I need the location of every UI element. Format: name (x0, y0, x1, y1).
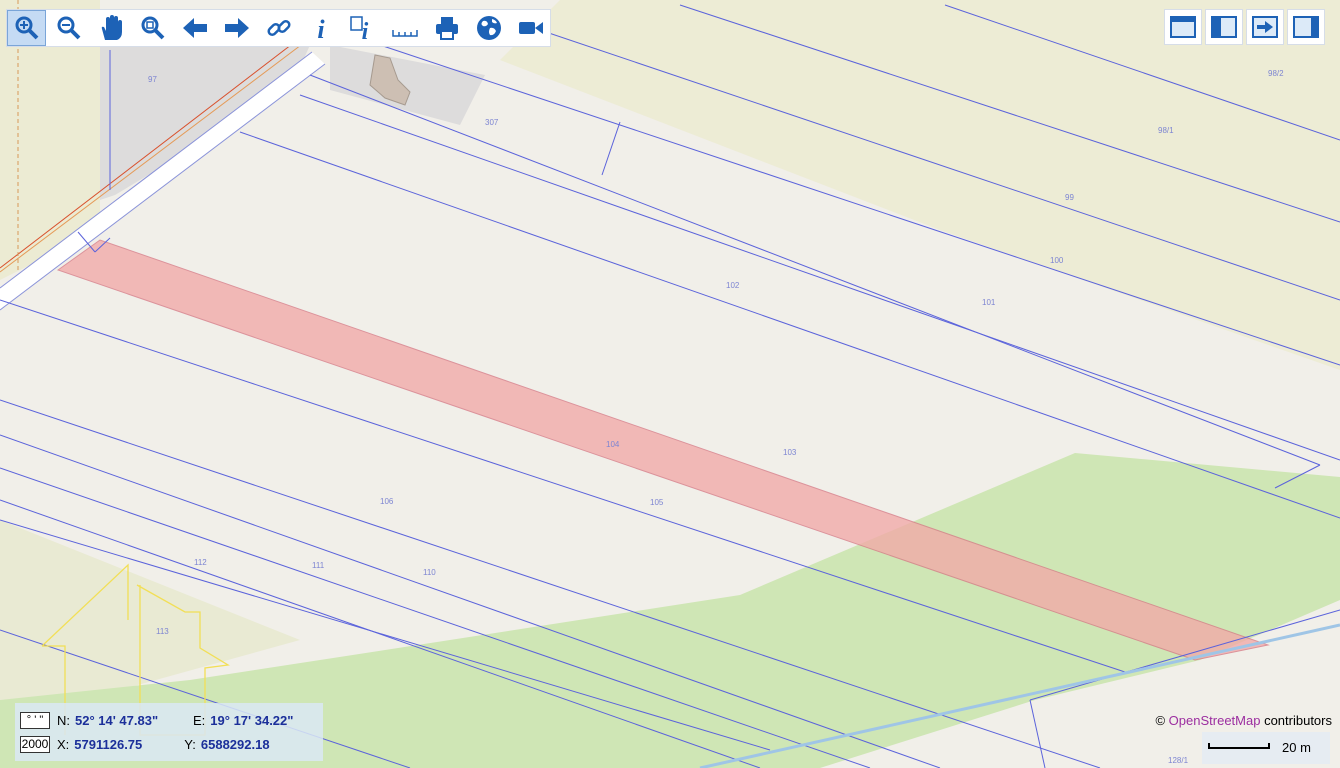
parcel-label: 307 (485, 118, 499, 127)
n-value: 52° 14' 47.83" (75, 712, 159, 728)
video-button[interactable] (511, 10, 550, 46)
export-button[interactable] (1246, 9, 1284, 45)
y-label: Y: (184, 736, 196, 752)
print-icon (435, 17, 458, 40)
parcel-label: 110 (423, 568, 436, 577)
zoom-extent-button[interactable] (133, 10, 172, 46)
map-toolbar: i i (6, 9, 551, 47)
attribution-suffix: contributors (1260, 713, 1332, 728)
back-arrow-icon (182, 18, 207, 38)
scale-bar-line (1208, 743, 1270, 749)
info-query-button[interactable]: i (343, 10, 382, 46)
export-arrow-icon (1252, 16, 1278, 38)
video-camera-icon (518, 22, 543, 34)
parcel-label: 99 (1065, 193, 1074, 202)
projected-coordinates-row: 2000 X: 5791126.75 Y: 6588292.18 (20, 733, 270, 755)
parcel-label: 102 (726, 281, 740, 290)
link-icon (266, 19, 291, 37)
parcel-label: 113 (156, 627, 169, 636)
parcel-label: 100 (1050, 256, 1064, 265)
openstreetmap-link[interactable]: OpenStreetMap (1169, 713, 1261, 728)
attribution-prefix: © (1155, 713, 1169, 728)
back-button[interactable] (175, 10, 214, 46)
left-panel-button[interactable] (1205, 9, 1243, 45)
right-panel-icon (1293, 16, 1319, 38)
scale-bar-label: 20 m (1282, 740, 1311, 755)
info-button[interactable]: i (301, 10, 340, 46)
e-value: 19° 17' 34.22" (210, 712, 294, 728)
pan-hand-icon (101, 15, 122, 40)
e-label: E: (193, 712, 206, 728)
x-value: 5791126.75 (74, 736, 143, 752)
coordinates-panel: ° ' " N: 52° 14' 47.83" E: 19° 17' 34.22… (15, 703, 323, 761)
y-value: 6588292.18 (200, 736, 270, 752)
forward-arrow-icon (224, 18, 249, 38)
map-canvas[interactable]: 97 307 98/2 98/1 99 100 101 102 103 104 … (0, 0, 1340, 768)
scale-bar: 20 m (1202, 732, 1330, 764)
print-button[interactable] (427, 10, 466, 46)
left-panel-icon (1211, 16, 1237, 38)
svg-text:i: i (361, 19, 368, 42)
link-button[interactable] (259, 10, 298, 46)
parcel-label: 128/1 (1168, 756, 1189, 765)
parcel-label: 98/2 (1268, 69, 1284, 78)
x-label: X: (57, 736, 70, 752)
window-layout-button[interactable] (1164, 9, 1202, 45)
coordinate-system-toggle[interactable]: 2000 (20, 735, 50, 753)
geographic-coordinates-row: ° ' " N: 52° 14' 47.83" E: 19° 17' 34.22… (20, 709, 293, 731)
parcel-label: 105 (650, 498, 664, 507)
map-attribution: © OpenStreetMap contributors (1155, 713, 1332, 728)
window-layout-icon (1170, 16, 1196, 38)
zoom-out-tool-icon (57, 16, 80, 40)
parcel-label: 97 (148, 75, 157, 84)
pan-button[interactable] (91, 10, 130, 46)
parcel-label: 98/1 (1158, 126, 1174, 135)
right-panel-button[interactable] (1287, 9, 1325, 45)
layout-toolbar (1164, 9, 1325, 45)
info-query-icon: i (349, 16, 368, 42)
zoom-extent-icon (141, 16, 164, 40)
n-label: N: (57, 712, 70, 728)
zoom-out-button[interactable] (49, 10, 88, 46)
parcel-label: 104 (606, 440, 620, 449)
parcel-label: 103 (783, 448, 797, 457)
zoom-in-button[interactable] (7, 10, 46, 46)
forward-button[interactable] (217, 10, 256, 46)
coordinate-format-toggle[interactable]: ° ' " (20, 711, 50, 729)
parcel-label: 111 (312, 561, 325, 570)
zoom-in-tool-icon (15, 16, 38, 40)
ruler-icon (391, 30, 418, 37)
parcel-label: 101 (982, 298, 996, 307)
parcel-label: 112 (194, 558, 207, 567)
svg-text:i: i (317, 15, 325, 42)
globe-button[interactable] (469, 10, 508, 46)
parcel-label: 106 (380, 497, 394, 506)
measure-button[interactable] (385, 10, 424, 46)
info-icon: i (317, 15, 325, 42)
globe-icon (476, 16, 501, 40)
